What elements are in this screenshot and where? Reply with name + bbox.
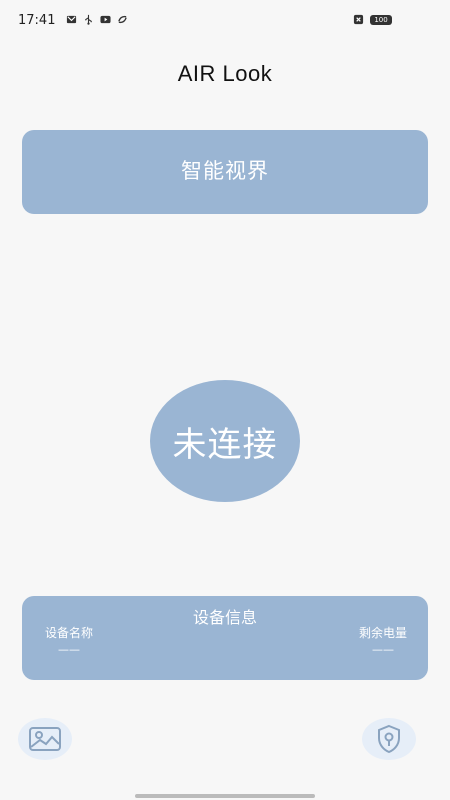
connect-button[interactable]: 未连接 [150, 380, 300, 502]
status-bar: 17:41 100 [0, 0, 450, 40]
battery-value: —— [372, 643, 394, 656]
status-time: 17:41 [18, 13, 56, 28]
app-title: AIR Look [177, 61, 273, 86]
status-right: 100 [353, 14, 392, 25]
sync-icon [118, 15, 127, 24]
connection-status: 未连接 [172, 424, 278, 465]
sim-x-icon [353, 14, 364, 25]
home-indicator[interactable] [135, 794, 315, 798]
battery-label: 剩余电量 [358, 626, 407, 640]
shield-lock-icon [378, 724, 400, 754]
gallery-button[interactable] [18, 718, 72, 760]
device-name-label: 设备名称 [44, 626, 93, 640]
device-name-block: 设备名称 —— [38, 624, 100, 656]
battery-block: 剩余电量 —— [352, 624, 414, 656]
youtube-icon [100, 15, 111, 24]
mail-icon [66, 15, 77, 24]
battery-indicator: 100 [370, 14, 392, 25]
notification-icons [66, 14, 128, 25]
device-name-value: —— [58, 643, 80, 656]
security-button[interactable] [362, 718, 416, 760]
image-icon [29, 727, 61, 751]
banner-label: 智能视界 [181, 159, 269, 183]
usb-icon [85, 14, 92, 25]
device-info-card: 设备信息 设备名称 —— 剩余电量 —— [22, 596, 428, 680]
vision-banner[interactable]: 智能视界 [22, 130, 428, 214]
